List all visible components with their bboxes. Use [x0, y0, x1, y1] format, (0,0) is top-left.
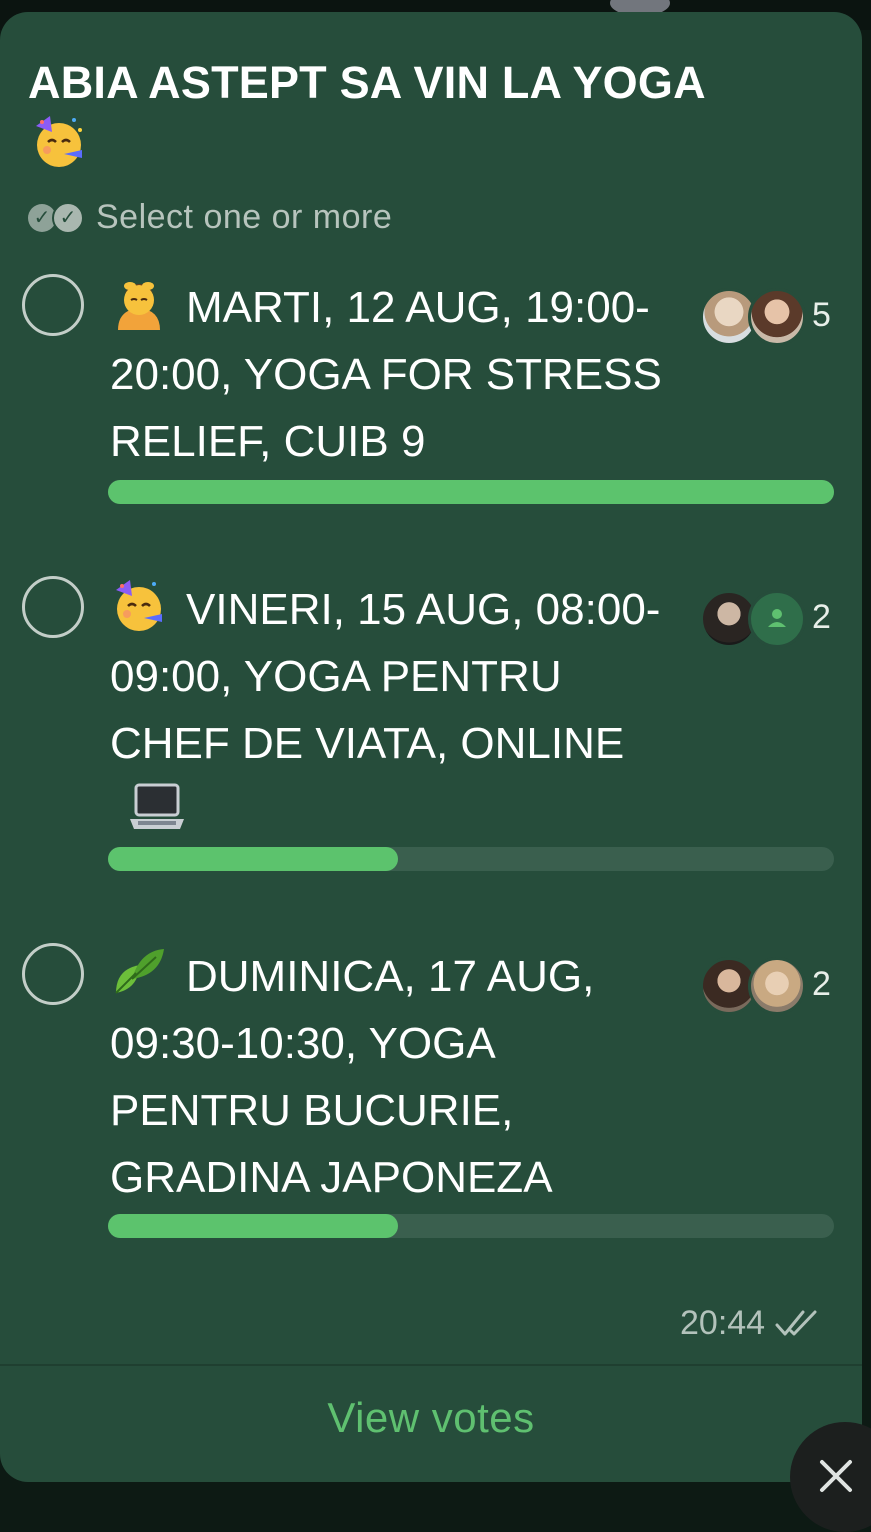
result-bar-1 — [108, 480, 834, 504]
vote-count-1: 5 — [812, 296, 831, 334]
option-radio-1[interactable] — [22, 274, 84, 336]
timestamp-text: 20:44 — [680, 1304, 766, 1342]
message-timestamp: 20:44 — [680, 1304, 821, 1343]
poll-mode-hint: ✓ ✓ Select one or more — [28, 198, 392, 237]
poll-title: ABIA ASTEPT SA VIN LA YOGA — [28, 57, 706, 108]
anonymous-voter-icon — [748, 590, 806, 648]
result-bar-2 — [108, 847, 834, 871]
close-icon — [820, 1460, 852, 1492]
poll-message-bubble: ABIA ASTEPT SA VIN LA YOGA ✓ ✓ Select one… — [0, 12, 862, 1482]
result-bar-fill-3 — [108, 1214, 399, 1238]
option-voters-3[interactable]: 2 — [700, 957, 850, 1015]
leaf-icon — [115, 949, 164, 994]
result-bar-fill-2 — [108, 847, 399, 871]
voter-avatar — [748, 288, 806, 346]
multi-select-icon: ✓ ✓ — [28, 201, 84, 234]
vote-count-3: 2 — [812, 965, 831, 1003]
double-check-icon — [775, 1310, 817, 1335]
result-bar-fill-1 — [108, 480, 834, 504]
poll-mode-label: Select one or more — [96, 198, 393, 236]
vote-count-2: 2 — [812, 598, 831, 636]
option-text-1: MARTI, 12 AUG, 19:00-20:00, YOGA FOR STR… — [110, 274, 680, 475]
option-text-2: VINERI, 15 AUG, 08:00-09:00, YOGA PENTRU… — [110, 576, 680, 844]
option-radio-2[interactable] — [22, 576, 84, 638]
partying-face-icon — [36, 116, 82, 167]
option-radio-3[interactable] — [22, 943, 84, 1005]
option-text-3: DUMINICA, 17 AUG, 09:30-10:30, YOGA PENT… — [110, 943, 680, 1211]
option-voters-1[interactable]: 5 — [700, 288, 850, 346]
partying-face-icon — [116, 580, 162, 631]
voter-avatar — [748, 957, 806, 1015]
face-massage-icon — [118, 282, 160, 330]
option-label-3: DUMINICA, 17 AUG, 09:30-10:30, YOGA PENT… — [110, 952, 595, 1202]
view-votes-button[interactable]: View votes — [0, 1394, 862, 1442]
result-bar-3 — [108, 1214, 834, 1238]
option-voters-2[interactable]: 2 — [700, 590, 850, 648]
option-label-1: MARTI, 12 AUG, 19:00-20:00, YOGA FOR STR… — [110, 283, 662, 466]
divider — [0, 1364, 862, 1366]
laptop-icon — [130, 783, 184, 829]
option-label-2: VINERI, 15 AUG, 08:00-09:00, YOGA PENTRU… — [110, 585, 661, 768]
